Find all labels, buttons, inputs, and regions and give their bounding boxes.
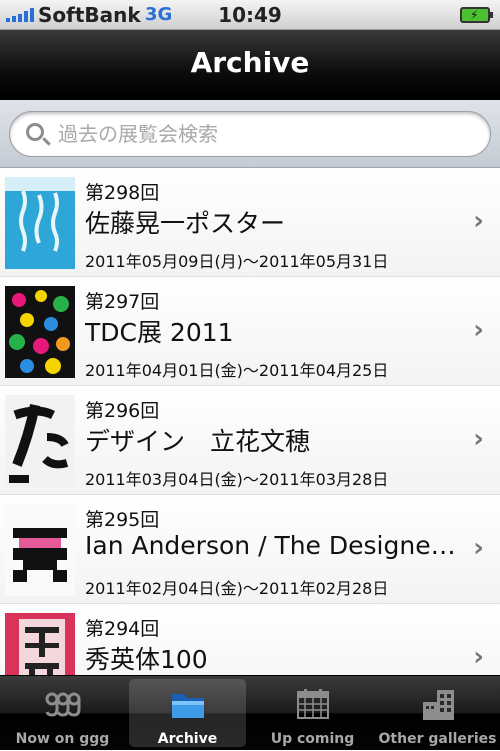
chevron-right-icon: › — [473, 424, 484, 454]
buildings-icon — [423, 690, 454, 720]
calendar-icon — [297, 689, 329, 719]
poster-thumbnail — [5, 177, 75, 269]
tab-archive[interactable]: Archive — [125, 676, 250, 751]
chevron-right-icon: › — [473, 642, 484, 672]
chevron-right-icon: › — [473, 533, 484, 563]
search-box[interactable] — [9, 111, 491, 157]
exhibition-title: TDC展 2011 — [85, 318, 234, 347]
exhibition-title: 秀英体100 — [85, 645, 208, 674]
exhibition-number: 第296回 — [85, 400, 160, 422]
tab-label: Now on ggg — [15, 731, 110, 747]
folder-icon — [172, 694, 204, 718]
exhibition-row[interactable]: 第296回 デザイン 立花文穂 2011年03月04日(金)〜2011年03月2… — [0, 386, 500, 495]
search-bar — [0, 100, 500, 168]
tab-now-on-ggg[interactable]: Now on ggg — [0, 676, 125, 751]
tab-label: Up coming — [270, 731, 355, 747]
poster-thumbnail — [5, 613, 75, 675]
tab-label: Other galleries — [378, 731, 497, 747]
battery-icon: ⚡ — [460, 7, 493, 23]
exhibition-row[interactable]: 第294回 秀英体100 › — [0, 604, 500, 675]
poster-thumbnail — [5, 395, 75, 487]
exhibition-row[interactable]: 第298回 佐藤晃一ポスター 2011年05月09日(月)〜2011年05月31… — [0, 168, 500, 277]
chevron-right-icon: › — [473, 206, 484, 236]
status-bar: SoftBank 3G 10:49 ⚡ — [0, 0, 500, 30]
exhibition-title: 佐藤晃一ポスター — [85, 209, 286, 238]
exhibition-date: 2011年05月09日(月)〜2011年05月31日 — [85, 252, 389, 271]
exhibition-row[interactable]: 第297回 TDC展 2011 2011年04月01日(金)〜2011年04月2… — [0, 277, 500, 386]
chevron-right-icon: › — [473, 315, 484, 345]
exhibition-title: Ian Anderson / The Designers Republic — [85, 531, 465, 560]
exhibition-date: 2011年03月04日(金)〜2011年03月28日 — [85, 470, 389, 489]
exhibition-row[interactable]: 第295回 Ian Anderson / The Designers Repub… — [0, 495, 500, 604]
exhibition-date: 2011年02月04日(金)〜2011年02月28日 — [85, 579, 389, 598]
poster-thumbnail — [5, 504, 75, 596]
exhibition-number: 第297回 — [85, 291, 160, 313]
exhibition-list[interactable]: 第298回 佐藤晃一ポスター 2011年05月09日(月)〜2011年05月31… — [0, 168, 500, 675]
tab-label: Archive — [157, 731, 218, 747]
tab-bar: Now on ggg Archive Up coming Other galle… — [0, 675, 500, 750]
page-title: Archive — [190, 46, 310, 79]
tab-other-galleries[interactable]: Other galleries — [375, 676, 500, 751]
navigation-bar: Archive — [0, 30, 500, 100]
exhibition-date: 2011年04月01日(金)〜2011年04月25日 — [85, 361, 389, 380]
exhibition-number: 第298回 — [85, 182, 160, 204]
tab-up-coming[interactable]: Up coming — [250, 676, 375, 751]
clock: 10:49 — [218, 3, 282, 27]
poster-thumbnail — [5, 286, 75, 378]
search-icon — [26, 123, 44, 141]
search-input[interactable] — [58, 120, 478, 148]
exhibition-number: 第294回 — [85, 618, 160, 640]
exhibition-number: 第295回 — [85, 509, 160, 531]
ggg-logo-icon — [45, 692, 81, 717]
exhibition-title: デザイン 立花文穂 — [85, 427, 311, 456]
